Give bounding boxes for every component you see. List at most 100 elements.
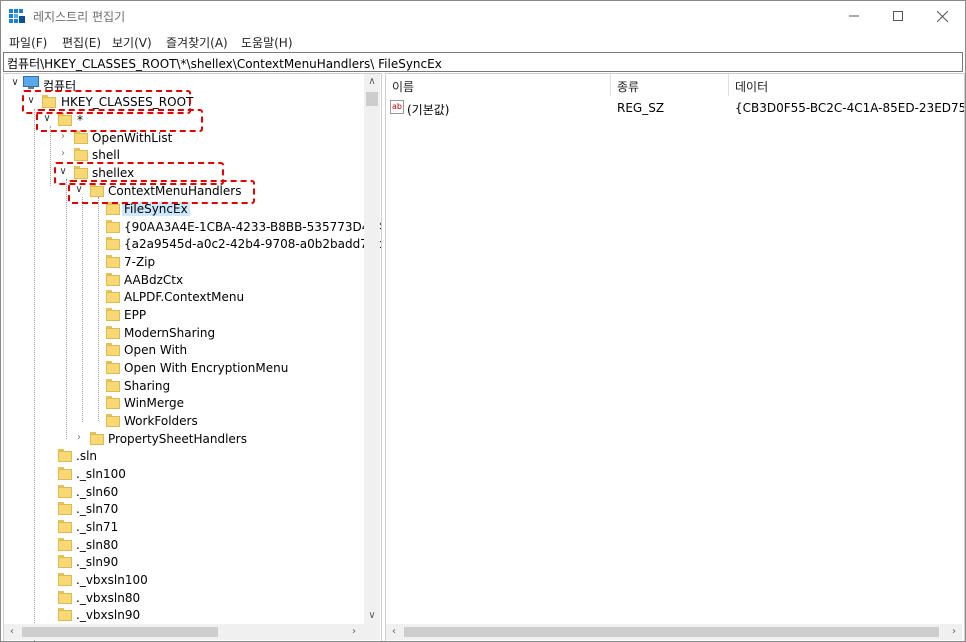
tree-node-extension[interactable]: ._sln100 [4, 465, 364, 482]
tree-label: ._vbxsln90 [76, 608, 141, 622]
folder-icon [58, 501, 72, 515]
tree-label: .sln [76, 449, 98, 463]
tree-node-extension[interactable]: ._vbxsln90 [4, 606, 364, 623]
tree-node-handler[interactable]: {a2a9545d-a0c2-42b4-9708-a0b2badd77c8} [4, 235, 381, 252]
tree-node-handler[interactable]: {90AA3A4E-1CBA-4233-B8BB-535773D4844 [4, 218, 381, 235]
folder-icon [106, 272, 120, 286]
string-value-icon: ab [390, 100, 404, 114]
maximize-button[interactable] [875, 1, 921, 31]
values-list-pane[interactable]: 이름 종류 데이터 ab (기본값) REG_SZ {CB3D0F55-BC2C… [385, 73, 965, 641]
chevron-down-icon[interactable]: ∨ [42, 112, 52, 126]
tree-node-hkcr[interactable]: ∨ HKEY_CLASSES_ROOT [4, 93, 364, 110]
tree-node-extension[interactable]: .sln [4, 447, 364, 464]
chevron-down-icon[interactable]: ∨ [74, 183, 84, 197]
tree-node-extension[interactable]: ._sln80 [4, 536, 364, 553]
chevron-right-icon[interactable]: › [58, 147, 68, 161]
tree-label: WinMerge [124, 396, 184, 410]
tree-node-extension[interactable]: ._vbxsln100 [4, 571, 364, 588]
computer-icon [23, 76, 39, 89]
tree-node-extension[interactable]: ._sln60 [4, 483, 364, 500]
tree-label: ModernSharing [124, 326, 216, 340]
scrollbar-thumb[interactable] [22, 627, 218, 637]
tree-node-shell[interactable]: › shell [4, 146, 364, 163]
tree-node-shellex[interactable]: ∨ shellex [4, 164, 364, 181]
folder-icon [106, 201, 120, 215]
chevron-down-icon[interactable]: ∨ [26, 94, 36, 108]
tree-node-extension[interactable]: ._sln90 [4, 553, 364, 570]
tree-vertical-scrollbar[interactable]: ∧ ∨ [364, 74, 380, 624]
tree-label: ._sln70 [76, 502, 119, 516]
tree-node-handler[interactable]: Open With [4, 341, 364, 358]
folder-icon [58, 590, 72, 604]
tree-horizontal-scrollbar[interactable]: ‹ › [4, 624, 380, 640]
tree-node-handler[interactable]: ModernSharing [4, 324, 364, 341]
tree-node-extension[interactable]: ._sln70 [4, 500, 364, 517]
menu-favorites[interactable]: 즐겨찾기(A) [166, 34, 228, 51]
tree-node-handler[interactable]: WinMerge [4, 394, 364, 411]
tree-node-handler[interactable]: AABdzCtx [4, 271, 364, 288]
tree-node-computer[interactable]: ∨ 컴퓨터 [4, 75, 364, 93]
scroll-right-icon[interactable]: › [946, 624, 962, 640]
folder-icon [58, 484, 72, 498]
scroll-left-icon[interactable]: ‹ [4, 624, 20, 640]
tree-node-handler[interactable]: Sharing [4, 377, 364, 394]
minimize-icon [849, 15, 859, 17]
scrollbar-thumb[interactable] [366, 92, 378, 106]
tree-node-propertysheethandlers[interactable]: › PropertySheetHandlers [4, 430, 364, 447]
folder-icon [90, 183, 104, 197]
address-bar[interactable]: 컴퓨터\HKEY_CLASSES_ROOT\*\shellex\ContextM… [3, 52, 963, 72]
tree-label: EPP [124, 308, 147, 322]
menu-help[interactable]: 도움말(H) [241, 34, 293, 51]
folder-icon [42, 94, 56, 108]
folder-icon [106, 219, 120, 233]
tree-node-handler[interactable]: Open With EncryptionMenu [4, 359, 364, 376]
folder-icon [74, 130, 88, 144]
chevron-right-icon[interactable]: › [74, 431, 84, 445]
tree-node-star[interactable]: ∨ * [4, 111, 364, 128]
tree-node-handler[interactable]: EPP [4, 306, 364, 323]
minimize-button[interactable] [831, 1, 877, 31]
scroll-right-icon[interactable]: › [346, 624, 362, 640]
tree-node-contextmenuhandlers[interactable]: ∨ ContextMenuHandlers [4, 182, 364, 199]
value-type[interactable]: REG_SZ [617, 101, 664, 115]
folder-icon [58, 607, 72, 621]
tree-node-extension[interactable]: ._sln71 [4, 518, 364, 535]
menu-view[interactable]: 보기(V) [112, 34, 152, 51]
chevron-down-icon[interactable]: ∨ [58, 165, 68, 179]
chevron-right-icon[interactable]: › [58, 130, 68, 144]
value-data[interactable]: {CB3D0F55-BC2C-4C1A-85ED-23ED75B51 [735, 101, 964, 115]
tree-label: {90AA3A4E-1CBA-4233-B8BB-535773D4844 [124, 220, 382, 234]
list-horizontal-scrollbar[interactable]: ‹ › [386, 624, 962, 640]
menu-edit[interactable]: 편집(E) [62, 34, 101, 51]
key-tree-pane[interactable]: ∨ 컴퓨터 ∨ HKEY_CLASSES_ROOT ∨ * › OpenWith… [3, 73, 382, 641]
scrollbar-thumb[interactable] [404, 627, 939, 637]
tree-node-handler[interactable]: FileSyncEx [4, 200, 364, 217]
folder-icon [58, 519, 72, 533]
tree-node-openwithlist[interactable]: › OpenWithList [4, 129, 364, 146]
folder-icon [106, 325, 120, 339]
column-header-name[interactable]: 이름 [386, 74, 610, 96]
folder-icon [106, 413, 120, 427]
tree-node-handler[interactable]: 7-Zip [4, 253, 364, 270]
tree-node-handler[interactable]: WorkFolders [4, 412, 364, 429]
close-icon [936, 10, 948, 22]
folder-icon [106, 360, 120, 374]
scroll-up-icon[interactable]: ∧ [364, 74, 380, 90]
menu-file[interactable]: 파일(F) [9, 34, 47, 51]
tree-node-handler[interactable]: ALPDF.ContextMenu [4, 288, 364, 305]
tree-label: ._vbxsln80 [76, 591, 141, 605]
tree-label: Sharing [124, 379, 171, 393]
regedit-app-icon [9, 9, 25, 23]
column-header-data[interactable]: 데이터 [729, 74, 964, 96]
tree-label: 7-Zip [124, 255, 156, 269]
tree-label: shellex [92, 166, 135, 180]
scroll-left-icon[interactable]: ‹ [386, 624, 402, 640]
window-title: 레지스트리 편집기 [33, 10, 126, 24]
tree-node-extension[interactable]: ._vbxsln80 [4, 589, 364, 606]
column-header-type[interactable]: 종류 [611, 74, 728, 96]
close-button[interactable] [919, 1, 965, 31]
value-name[interactable]: (기본값) [407, 101, 449, 118]
scroll-down-icon[interactable]: ∨ [364, 608, 380, 624]
tree-label: Open With EncryptionMenu [124, 361, 289, 375]
chevron-down-icon[interactable]: ∨ [10, 76, 20, 90]
